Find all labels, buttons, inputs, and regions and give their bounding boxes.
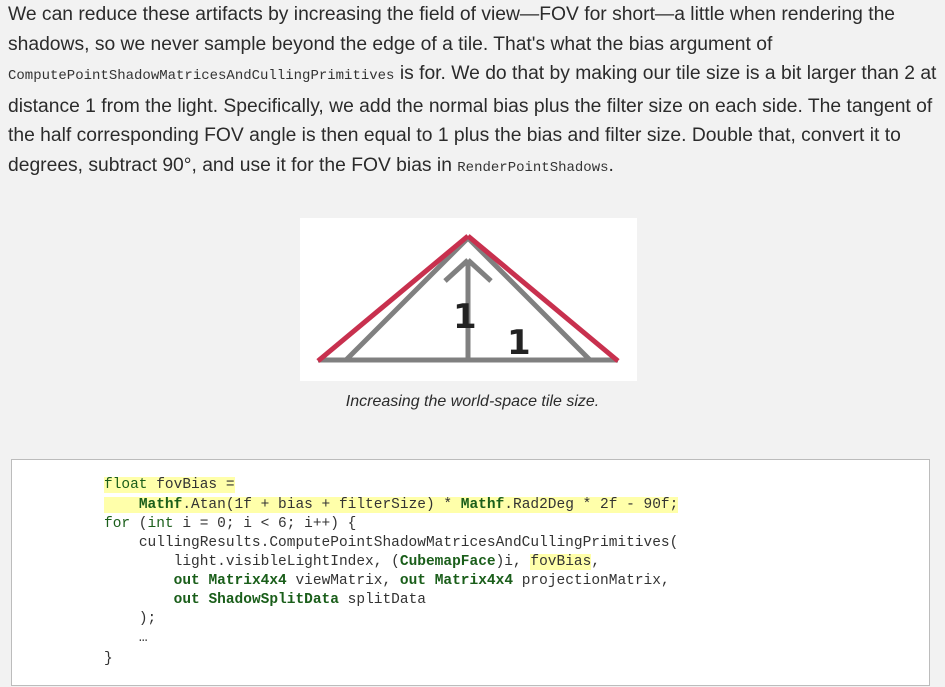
inline-code-render-point-shadows: RenderPointShadows bbox=[457, 159, 609, 176]
paragraph-text-1: We can reduce these artifacts by increas… bbox=[8, 4, 896, 55]
code-line-7: out ShadowSplitData splitData bbox=[173, 592, 426, 608]
code-line-6: out Matrix4x4 viewMatrix, out Matrix4x4 … bbox=[173, 573, 670, 589]
tile-size-figure: 1 1 bbox=[300, 218, 637, 381]
code-line-2: Mathf.Atan(1f + bias + filterSize) * Mat… bbox=[104, 496, 679, 514]
label-distance: 1 bbox=[453, 297, 477, 337]
code-line-5: light.visibleLightIndex, (CubemapFace)i,… bbox=[173, 554, 601, 570]
inline-code-compute-method: ComputePointShadowMatricesAndCullingPrim… bbox=[8, 68, 395, 85]
code-line-10: } bbox=[104, 651, 113, 667]
code-line-4: cullingResults.ComputePointShadowMatrice… bbox=[138, 535, 679, 551]
tile-size-diagram: 1 1 bbox=[316, 234, 620, 363]
code-line-8: ); bbox=[138, 611, 157, 627]
figure-caption: Increasing the world-space tile size. bbox=[345, 393, 600, 410]
bisector-right bbox=[466, 258, 493, 283]
inner-left-edge bbox=[344, 236, 470, 362]
code-line-3: for (int i = 0; i < 6; i++) { bbox=[104, 516, 357, 532]
outer-left-edge bbox=[316, 234, 470, 363]
code-block: float fovBias = Mathf.Atan(1f + bias + f… bbox=[11, 459, 930, 686]
outer-right-edge bbox=[466, 234, 620, 363]
paragraph-text-3: . bbox=[608, 154, 614, 176]
code-line-9: … bbox=[138, 630, 148, 646]
code-line-1: float fovBias = bbox=[104, 477, 235, 493]
body-paragraph: We can reduce these artifacts by increas… bbox=[8, 0, 938, 184]
label-half-width: 1 bbox=[507, 323, 531, 363]
bisector-left bbox=[443, 258, 470, 283]
